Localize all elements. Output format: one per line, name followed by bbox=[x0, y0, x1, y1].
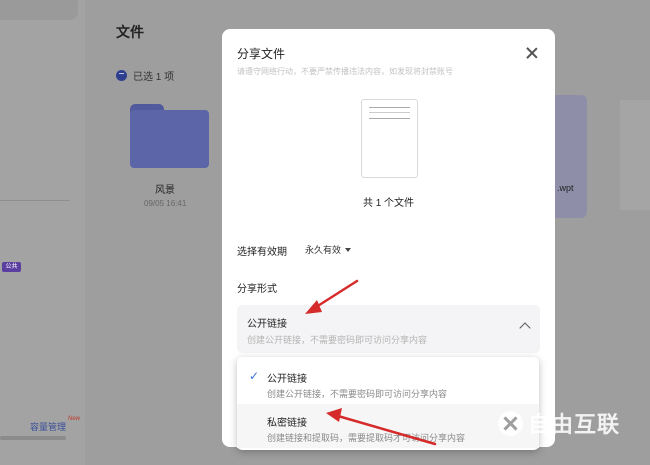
capacity-progress-bar bbox=[0, 436, 66, 440]
selection-count: 已选 1 项 bbox=[133, 72, 175, 83]
file-count: 共 1 个文件 bbox=[362, 198, 415, 209]
sidebar-divider bbox=[0, 200, 70, 201]
share-select-title: 公开链接 bbox=[247, 319, 287, 330]
option-desc: 创建链接和提取码，需要提取码才可访问分享内容 bbox=[267, 433, 466, 443]
page-title: 文件 bbox=[116, 24, 144, 40]
caret-down-icon bbox=[345, 247, 352, 252]
watermark-logo-icon bbox=[498, 410, 523, 436]
share-form-label: 分享形式 bbox=[237, 284, 277, 295]
document-thumbnail bbox=[361, 99, 418, 178]
option-title: 公开链接 bbox=[267, 374, 307, 385]
option-private-link[interactable]: 私密链接 创建链接和提取码，需要提取码才可访问分享内容 bbox=[237, 404, 539, 448]
check-icon: ✓ bbox=[249, 369, 260, 383]
file-card-partial[interactable] bbox=[620, 100, 650, 210]
sidebar: 公共 容量管理 New bbox=[0, 0, 85, 465]
deselect-icon[interactable]: − bbox=[116, 70, 127, 81]
sidebar-search-box[interactable] bbox=[0, 0, 78, 20]
validity-dropdown[interactable]: 永久有效 bbox=[305, 243, 352, 256]
option-public-link[interactable]: ✓ 公开链接 创建公开链接，不需要密码即可访问分享内容 bbox=[237, 360, 539, 404]
share-select-desc: 创建公开链接，不需要密码即可访问分享内容 bbox=[247, 335, 428, 345]
chevron-up-icon bbox=[519, 322, 531, 334]
folder-icon[interactable] bbox=[130, 104, 209, 168]
file-name[interactable]: .wpt bbox=[557, 183, 574, 193]
selection-status[interactable]: − 已选 1 项 bbox=[116, 68, 174, 83]
file-card[interactable] bbox=[555, 95, 587, 218]
capacity-management-link[interactable]: 容量管理 bbox=[30, 420, 66, 433]
watermark: 自由互联 bbox=[498, 407, 620, 439]
folder-name[interactable]: 风景 bbox=[155, 181, 175, 196]
validity-label: 选择有效期 bbox=[237, 247, 287, 258]
option-title: 私密链接 bbox=[267, 418, 307, 429]
new-badge: New bbox=[68, 416, 81, 422]
status-badge: 公共 bbox=[2, 262, 21, 272]
option-desc: 创建公开链接，不需要密码即可访问分享内容 bbox=[267, 389, 448, 399]
validity-value: 永久有效 bbox=[305, 245, 342, 255]
close-icon[interactable] bbox=[524, 45, 540, 61]
share-form-dropdown: ✓ 公开链接 创建公开链接，不需要密码即可访问分享内容 私密链接 创建链接和提取… bbox=[237, 357, 539, 450]
folder-date: 09/05 16:41 bbox=[144, 199, 187, 208]
dialog-title: 分享文件 bbox=[237, 47, 286, 61]
dialog-subtitle: 请遵守网络行动，不要严禁传播违法内容，如发现将封禁账号 bbox=[237, 67, 453, 76]
watermark-text: 自由互联 bbox=[528, 412, 621, 437]
share-form-select[interactable]: 公开链接 创建公开链接，不需要密码即可访问分享内容 bbox=[237, 305, 540, 353]
